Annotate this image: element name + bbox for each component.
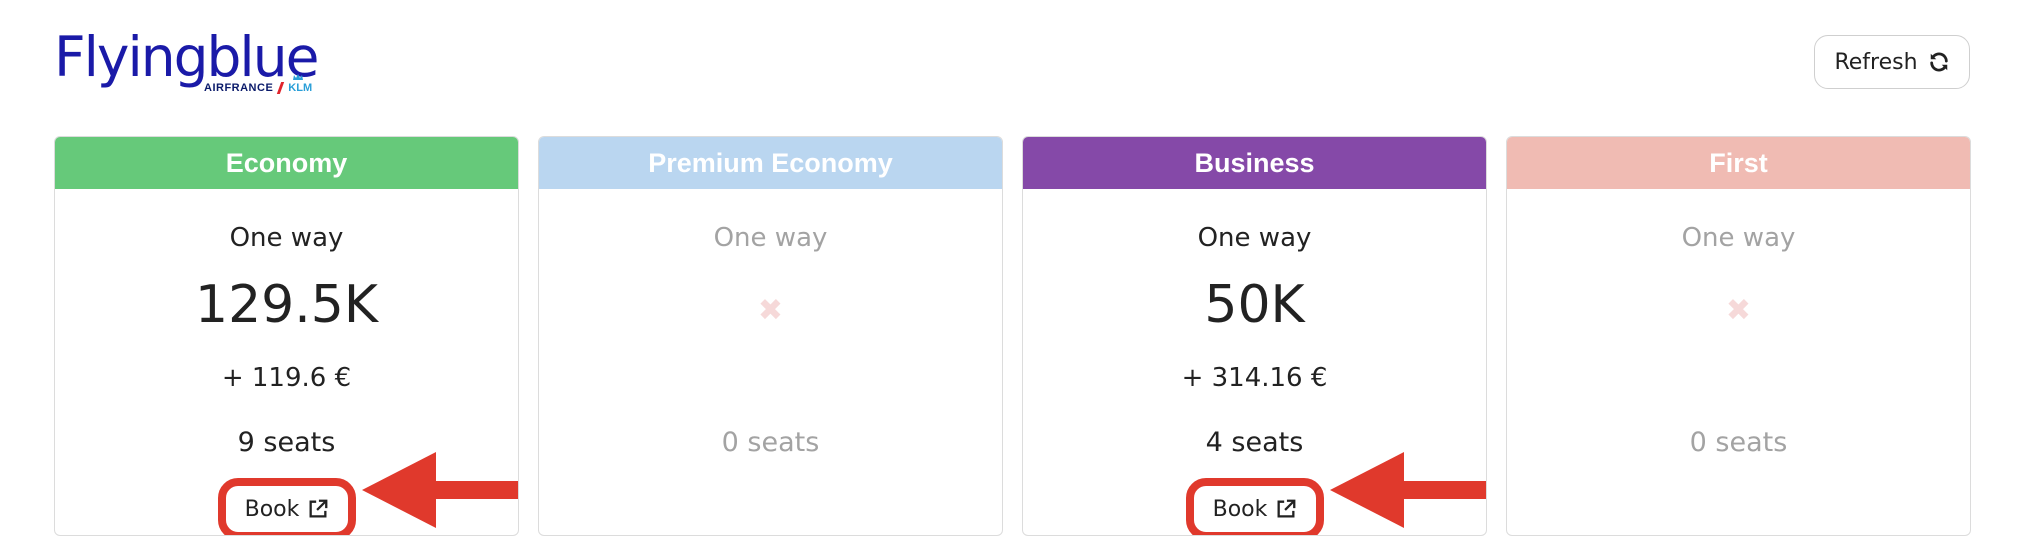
klm-text: KLM — [288, 82, 313, 94]
card-first: First One way ✖ 0 seats — [1506, 136, 1971, 536]
card-title: First — [1507, 137, 1970, 189]
unavailable-icon: ✖ — [1725, 293, 1752, 328]
annotation-arrow-business — [1330, 452, 1486, 528]
trip-type: One way — [1197, 223, 1312, 253]
seats-count: 0 seats — [721, 427, 820, 458]
book-label: Book — [244, 496, 300, 522]
airfrance-slash-icon — [277, 82, 285, 94]
external-link-icon — [309, 499, 328, 518]
refresh-button[interactable]: Refresh — [1814, 35, 1970, 89]
header: Flyingblue AIRFRANCE KLM Refresh — [0, 0, 2021, 130]
miles-amount: 129.5K — [195, 275, 378, 335]
book-button[interactable]: Book — [218, 478, 356, 535]
unavailable-icon: ✖ — [757, 293, 784, 328]
seats-count: 0 seats — [1689, 427, 1788, 458]
trip-type: One way — [1681, 223, 1796, 253]
card-title: Business — [1023, 137, 1486, 189]
card-premium-economy: Premium Economy One way ✖ 0 seats — [538, 136, 1003, 536]
taxes-amount: + 119.6 € — [221, 363, 352, 393]
refresh-icon — [1929, 52, 1948, 72]
card-body: One way ✖ 0 seats — [1507, 189, 1970, 535]
trip-type: One way — [713, 223, 828, 253]
refresh-label: Refresh — [1834, 49, 1918, 75]
book-button[interactable]: Book — [1186, 478, 1324, 535]
external-link-icon — [1277, 499, 1296, 518]
card-title: Economy — [55, 137, 518, 189]
klm-logo: KLM — [288, 74, 313, 94]
miles-amount: 50K — [1204, 275, 1305, 335]
taxes-amount: + 314.16 € — [1181, 363, 1328, 393]
card-body: One way ✖ 0 seats — [539, 189, 1002, 535]
logo-partners: AIRFRANCE KLM — [204, 74, 313, 94]
book-label: Book — [1212, 496, 1268, 522]
klm-crown-icon — [293, 74, 304, 80]
card-title: Premium Economy — [539, 137, 1002, 189]
flyingblue-logo[interactable]: Flyingblue AIRFRANCE KLM — [54, 25, 354, 105]
trip-type: One way — [229, 223, 344, 253]
airfrance-logo: AIRFRANCE — [204, 82, 274, 94]
annotation-arrow-economy — [362, 452, 518, 528]
